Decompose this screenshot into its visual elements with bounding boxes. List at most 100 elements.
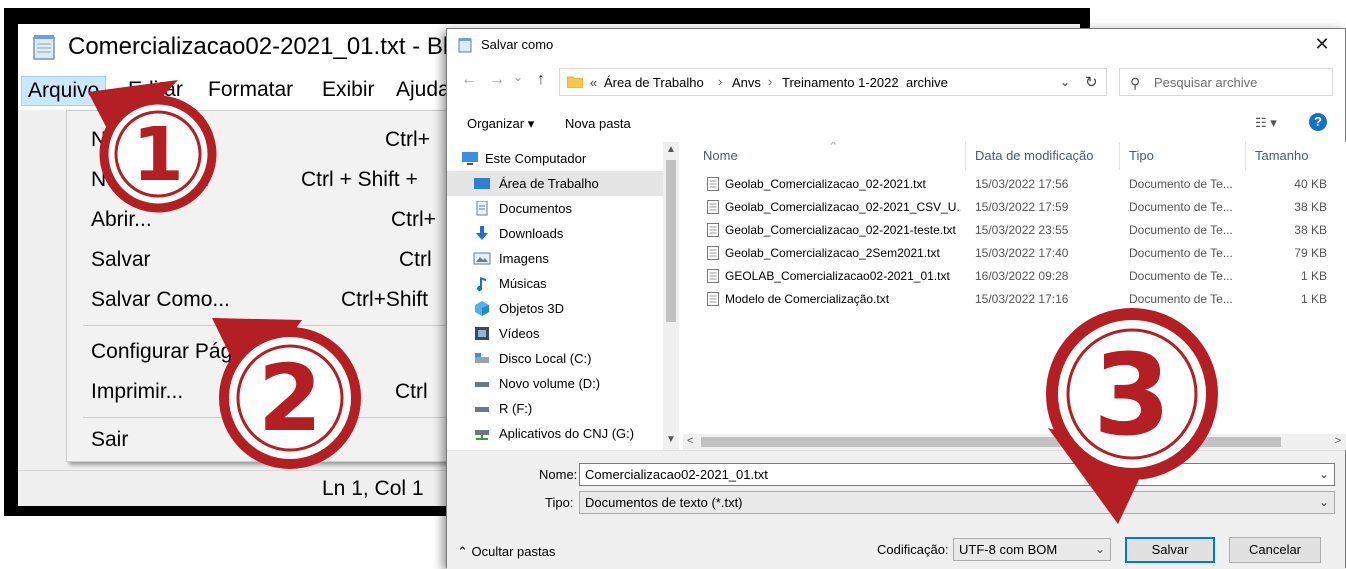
videos-icon — [475, 327, 489, 340]
encoding-value: UTF-8 com BOM — [959, 542, 1058, 557]
chevron-right-icon[interactable]: › — [718, 74, 722, 89]
chevron-down-icon[interactable]: ⌄ — [1060, 75, 1070, 89]
menu-item-configurar-pagina[interactable]: Configurar Pág — [67, 335, 505, 371]
file-name: Geolab_Comercializacao_02-2021_CSV_U... — [725, 200, 961, 214]
file-row[interactable]: Geolab_Comercializacao_2Sem2021.txt 15/0… — [683, 242, 1346, 265]
file-size: 38 KB — [1294, 223, 1327, 237]
address-bar[interactable]: « Área de Trabalho › Anvs › Treinamento … — [559, 68, 1107, 96]
chevron-down-icon[interactable]: ⌄ — [1319, 495, 1329, 509]
nav-item-downloads[interactable]: Downloads — [447, 221, 663, 246]
menu-formatar[interactable]: Formatar — [202, 76, 299, 106]
notepad-title: Comercializacao02-2021_01.txt - Bloco d — [68, 33, 507, 60]
breadcrumb-anvs[interactable]: Anvs — [732, 75, 761, 90]
nav-item-r-f[interactable]: R (F:) — [447, 396, 663, 421]
menu-item-novo[interactable]: Novo Ctrl+ — [67, 123, 505, 159]
scrollbar-thumb[interactable] — [666, 160, 676, 322]
file-row[interactable]: GEOLAB_Comercializacao02-2021_01.txt 16/… — [683, 265, 1346, 288]
chevron-right-icon[interactable]: › — [768, 74, 772, 89]
file-size: 1 KB — [1300, 269, 1327, 283]
computer-icon — [462, 152, 478, 165]
new-folder-button[interactable]: Nova pasta — [565, 116, 631, 131]
dialog-navigation-bar: ← → ⌄ ↑ « Área de Trabalho › Anvs › Trei… — [447, 64, 1345, 98]
downloads-icon — [476, 226, 488, 240]
hide-folders-toggle[interactable]: ⌃ Ocultar pastas — [457, 544, 555, 560]
column-divider[interactable] — [1119, 142, 1120, 170]
organize-button[interactable]: Organizar ▾ — [467, 116, 534, 132]
nav-item-musicas[interactable]: Músicas — [447, 271, 663, 296]
nav-item-documentos[interactable]: Documentos — [447, 196, 663, 221]
menu-item-label: Sair — [91, 428, 129, 451]
file-menu-dropdown: Novo Ctrl+ Nova Janela Ctrl + Shift + Ab… — [66, 110, 506, 462]
filename-input[interactable]: Comercializacao02-2021_01.txt ⌄ — [579, 463, 1335, 486]
scroll-down-icon[interactable]: ▼ — [666, 434, 676, 445]
nav-pane-scrollbar[interactable]: ▲ ▼ — [663, 142, 679, 450]
nav-item-imagens[interactable]: Imagens — [447, 246, 663, 271]
menu-item-imprimir[interactable]: Imprimir... Ctrl — [67, 375, 505, 411]
file-type: Documento de Te... — [1129, 200, 1233, 214]
menu-separator — [83, 417, 503, 418]
column-header-data[interactable]: Data de modificação — [975, 148, 1094, 163]
menu-item-label: Nova Janela — [91, 168, 208, 191]
menu-exibir[interactable]: Exibir — [316, 76, 381, 106]
save-button[interactable]: Salvar — [1125, 537, 1215, 563]
nav-item-label: Músicas — [499, 276, 547, 291]
menu-item-salvar[interactable]: Salvar Ctrl — [67, 243, 505, 279]
nav-item-label: Documentos — [499, 201, 572, 216]
file-row[interactable]: Geolab_Comercializacao_02-2021-teste.txt… — [683, 219, 1346, 242]
view-options-icon[interactable]: ☷ ▾ — [1255, 115, 1277, 131]
breadcrumb-archive[interactable]: archive — [906, 75, 948, 90]
chevron-right-icon[interactable]: › — [892, 74, 896, 89]
file-row[interactable]: Modelo de Comercialização.txt 15/03/2022… — [683, 288, 1346, 311]
dialog-title-bar: Salvar como ✕ — [447, 29, 1345, 61]
scrollbar-thumb[interactable] — [701, 437, 1281, 447]
refresh-icon[interactable]: ↻ — [1085, 73, 1098, 91]
nav-item-aplicativos-cnj-g[interactable]: Aplicativos do CNJ (G:) — [447, 421, 663, 446]
close-icon[interactable]: ✕ — [1311, 34, 1333, 56]
cancel-button[interactable]: Cancelar — [1229, 537, 1321, 563]
chevron-down-icon[interactable]: ⌄ — [1319, 467, 1329, 481]
forward-arrow-icon[interactable]: → — [489, 71, 505, 89]
menu-item-sair[interactable]: Sair — [67, 423, 505, 459]
column-divider[interactable] — [965, 142, 966, 170]
breadcrumb-treinamento[interactable]: Treinamento 1-2022 — [782, 75, 899, 90]
file-list-horizontal-scrollbar[interactable]: < > — [683, 434, 1346, 450]
nav-item-este-computador[interactable]: Este Computador — [447, 146, 663, 171]
column-header-nome[interactable]: Nome — [703, 148, 738, 163]
nav-item-disco-local-c[interactable]: Disco Local (C:) — [447, 346, 663, 371]
search-box[interactable]: ⚲ Pesquisar archive — [1119, 68, 1333, 96]
scroll-up-icon[interactable]: ▲ — [666, 144, 676, 155]
nav-item-label: Novo volume (D:) — [499, 376, 601, 391]
dialog-bottom-panel: Nome: Comercializacao02-2021_01.txt ⌄ Ti… — [447, 450, 1345, 569]
file-date: 16/03/2022 09:28 — [975, 269, 1069, 283]
nav-item-videos[interactable]: Vídeos — [447, 321, 663, 346]
file-date: 15/03/2022 17:40 — [975, 246, 1069, 260]
nav-item-label: R (F:) — [499, 401, 533, 416]
menu-item-abrir[interactable]: Abrir... Ctrl+ — [67, 203, 505, 239]
nav-item-novo-volume-d[interactable]: Novo volume (D:) — [447, 371, 663, 396]
nav-item-objetos-3d[interactable]: Objetos 3D — [447, 296, 663, 321]
column-header-tamanho[interactable]: Tamanho — [1255, 148, 1308, 163]
pictures-icon — [473, 252, 491, 265]
file-row[interactable]: Geolab_Comercializacao_02-2021_CSV_U... … — [683, 196, 1346, 219]
column-header-tipo[interactable]: Tipo — [1129, 148, 1154, 163]
file-name: Geolab_Comercializacao_02-2021-teste.txt — [725, 223, 956, 237]
address-overflow[interactable]: « — [590, 75, 597, 90]
menu-editar[interactable]: Editar — [122, 76, 189, 106]
filetype-select[interactable]: Documentos de texto (*.txt) ⌄ — [579, 491, 1335, 514]
menu-item-nova-janela[interactable]: Nova Janela Ctrl + Shift + — [67, 163, 505, 199]
recent-locations-icon[interactable]: ⌄ — [513, 70, 523, 84]
encoding-select[interactable]: UTF-8 com BOM ⌄ — [953, 538, 1111, 561]
help-icon[interactable]: ? — [1309, 113, 1327, 131]
back-arrow-icon[interactable]: ← — [461, 71, 477, 89]
column-divider[interactable] — [1245, 142, 1246, 170]
drive-icon — [475, 382, 489, 387]
menu-arquivo[interactable]: Arquivo — [21, 76, 107, 106]
nav-item-area-de-trabalho[interactable]: Área de Trabalho — [447, 171, 663, 196]
chevron-down-icon[interactable]: ⌄ — [1095, 542, 1105, 556]
breadcrumb-area-de-trabalho[interactable]: Área de Trabalho — [604, 75, 704, 90]
file-row[interactable]: Geolab_Comercializacao_02-2021.txt 15/03… — [683, 173, 1346, 196]
menu-item-salvar-como[interactable]: Salvar Como... Ctrl+Shift — [67, 283, 505, 319]
scroll-left-icon[interactable]: < — [687, 435, 693, 447]
up-arrow-icon[interactable]: ↑ — [537, 71, 545, 89]
scroll-right-icon[interactable]: > — [1335, 435, 1341, 447]
